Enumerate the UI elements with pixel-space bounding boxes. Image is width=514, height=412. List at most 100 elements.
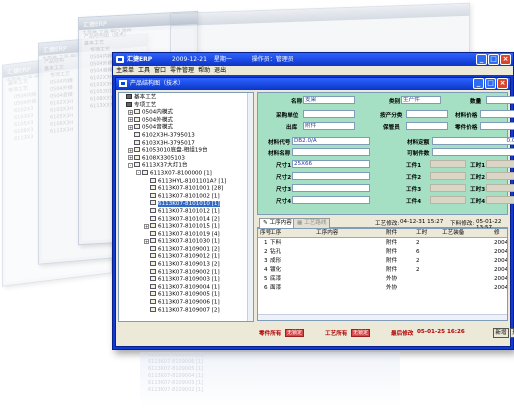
name-field[interactable]: 支架: [303, 96, 355, 104]
expand-icon[interactable]: +: [144, 223, 149, 229]
tree-node[interactable]: 6113HYL-8101101A? [1]: [120, 177, 246, 186]
menu-item[interactable]: 窗口: [154, 66, 166, 75]
sub-close-button[interactable]: ×: [497, 78, 508, 89]
new-button[interactable]: 新增: [493, 328, 509, 338]
tree-node[interactable]: 6113K07-8101014 [2]: [120, 215, 246, 224]
tree-node[interactable]: 6113K07-8101002 [1]: [120, 192, 246, 201]
keeper-field[interactable]: [406, 122, 448, 130]
table-row[interactable]: 1下料 附件 2 2004-1: [258, 239, 507, 248]
expand-icon[interactable]: +: [128, 109, 133, 115]
tree-node[interactable]: 基本工艺: [120, 94, 246, 102]
expand-icon[interactable]: +: [128, 117, 133, 123]
material-price-field[interactable]: [480, 110, 514, 118]
size-field[interactable]: 25X66: [292, 160, 370, 168]
collapse-icon[interactable]: -: [136, 170, 141, 176]
sub-title-bar[interactable]: 产品结构图（技术） _ □ ×: [116, 78, 510, 90]
menu-item[interactable]: 帮助: [198, 66, 210, 75]
tree-node[interactable]: 6113K07-8109012 [1]: [120, 253, 246, 261]
tab-process-route[interactable]: ▦ 工艺路线: [293, 218, 331, 228]
pieces-field[interactable]: [432, 148, 514, 156]
tree-node[interactable]: 6113K07-8109001 [2]: [120, 245, 246, 254]
table-row[interactable]: 3成形 附件 2 2004-1: [258, 257, 507, 266]
expand-icon[interactable]: +: [144, 238, 149, 244]
grid-hscrollbar[interactable]: [258, 314, 507, 320]
table-row[interactable]: 6面漆 外协 2004-1: [258, 284, 507, 293]
part-price-field[interactable]: [480, 122, 514, 130]
class-field[interactable]: [406, 110, 448, 118]
tree-node[interactable]: - 6113X37大灯1台: [120, 162, 246, 170]
tree-node[interactable]: +6113K07-8101015 [1]: [120, 223, 246, 231]
stock-field[interactable]: 附件: [303, 122, 355, 130]
tree-node[interactable]: 6113K07-8109004 [1]: [120, 283, 246, 292]
tree-node[interactable]: +61053010底盘-相组19台: [120, 147, 246, 155]
expand-icon[interactable]: +: [128, 155, 133, 161]
tree-node[interactable]: 6113K07-8101001 [28]: [120, 185, 246, 193]
material-name-field[interactable]: [292, 148, 370, 156]
expand-icon[interactable]: +: [128, 147, 133, 153]
delete-button[interactable]: 删除: [510, 328, 514, 338]
tree-node[interactable]: 6113K07-8101010 [1]: [120, 200, 246, 208]
tree-node[interactable]: 6102X3H-3795013: [120, 131, 246, 140]
column-header[interactable]: 附件: [386, 229, 397, 238]
tab-process-content[interactable]: ✎ 工序内容: [259, 218, 296, 228]
tree-node[interactable]: 6113K07-8109007 [2]: [120, 306, 246, 315]
material-code-label: 材料代号: [268, 140, 291, 146]
tree-node-label: 6102X3H-3795013: [142, 132, 195, 139]
tree-scrollbar[interactable]: [247, 93, 253, 321]
size-field[interactable]: [292, 184, 370, 192]
size-field[interactable]: [292, 196, 370, 204]
main-window: 汇捷ERP 2009-12-21 星期一 操作员：管理员 _ □ × 主菜单 工具…: [112, 52, 514, 350]
column-header[interactable]: 工序: [270, 229, 281, 238]
tree-node[interactable]: 6113K07-8109005 [1]: [120, 291, 246, 299]
column-header[interactable]: 修: [494, 229, 500, 238]
purchase-unit-field[interactable]: [303, 110, 355, 118]
column-header[interactable]: 工序内容: [316, 229, 338, 238]
part-icon: [150, 215, 156, 221]
category-field[interactable]: 生产件: [401, 96, 441, 104]
menu-item[interactable]: 主菜单: [116, 66, 134, 75]
size-field[interactable]: [292, 172, 370, 180]
tree-node[interactable]: +0504音模式: [120, 124, 246, 132]
menu-item[interactable]: 零件管理: [170, 66, 194, 75]
tree-node[interactable]: +6113K07-8101030 [1]: [120, 238, 246, 246]
tree-node[interactable]: 6103X3H-3795017: [120, 139, 246, 148]
quantity-field[interactable]: 6: [486, 96, 514, 104]
tree-node[interactable]: +0504外模式: [120, 116, 246, 125]
tree-node[interactable]: 6113K07-8109006 [1]: [120, 299, 246, 307]
menu-item[interactable]: 退出: [214, 66, 226, 75]
tree-node[interactable]: 6113K07-8109002 [1]: [120, 268, 246, 277]
menu-item[interactable]: 工具: [138, 66, 150, 75]
title-bar[interactable]: 汇捷ERP 2009-12-21 星期一 操作员：管理员 _ □ ×: [113, 53, 513, 66]
tree-node[interactable]: 6113K07-8109013 [2]: [120, 261, 246, 269]
sub-minimize-button[interactable]: _: [473, 78, 484, 89]
tree-node-label: 6113K07-8109004 [1]: [158, 284, 220, 291]
column-header[interactable]: 工艺装备: [442, 229, 464, 238]
table-row[interactable]: 5底漆 外协 2004-1: [258, 275, 507, 284]
tree-node-label: 6113K07-8101002 [1]: [158, 193, 220, 200]
minimize-button[interactable]: _: [476, 54, 487, 65]
expand-icon[interactable]: +: [128, 124, 133, 130]
column-header[interactable]: 工时: [416, 229, 427, 238]
maximize-button[interactable]: □: [488, 54, 499, 65]
part-icon: [150, 306, 156, 312]
tree-node-label: 专项工艺: [134, 102, 157, 109]
close-button[interactable]: ×: [500, 54, 511, 65]
table-row[interactable]: 4镀化 附件 2 2004-1: [258, 266, 507, 275]
tree-node[interactable]: 6113K07-8101012 [1]: [120, 207, 246, 216]
purchase-unit-label: 采购单位: [276, 113, 299, 119]
tree-node[interactable]: - 6113X07-8100000 [1]: [120, 169, 246, 178]
collapse-icon[interactable]: -: [128, 162, 133, 168]
tree-node[interactable]: 6113K07-8101019 [4]: [120, 230, 246, 239]
table-cell: 5: [264, 276, 268, 282]
folder-icon: [134, 109, 140, 115]
tree-node[interactable]: 专项工艺: [120, 101, 246, 110]
tree-footer: [118, 323, 254, 344]
material-code-field[interactable]: DB2.0/A: [292, 137, 370, 145]
material-quota-field[interactable]: 0.08: [432, 137, 514, 145]
tree-node[interactable]: +0504内模式: [120, 109, 246, 117]
tree-node[interactable]: +6108X3305103: [120, 154, 246, 163]
tree-node[interactable]: 6113K07-8109003 [1]: [120, 276, 246, 284]
sub-maximize-button[interactable]: □: [485, 78, 496, 89]
tree-node-label: 61053010底盘-相组19台: [142, 147, 208, 154]
table-row[interactable]: 2钻孔 附件 6 2004-1: [258, 248, 507, 257]
